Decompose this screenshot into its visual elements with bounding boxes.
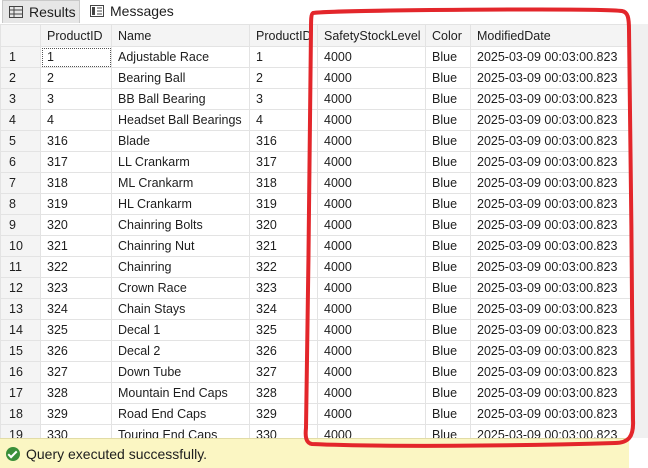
red-highlight-annotation (303, 7, 636, 448)
